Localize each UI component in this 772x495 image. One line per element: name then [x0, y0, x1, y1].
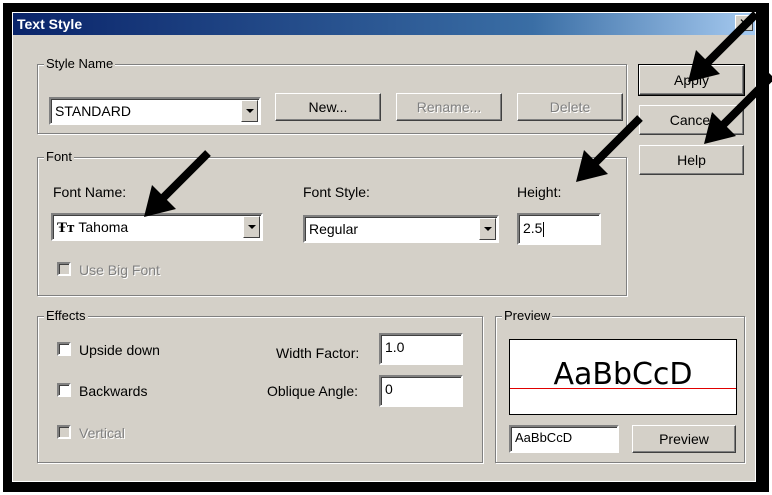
preview-canvas: AaBbCcD — [509, 339, 737, 415]
style-name-group-label: Style Name — [44, 56, 116, 72]
text-caret — [543, 221, 545, 237]
width-factor-value: 1.0 — [385, 339, 405, 355]
preview-button[interactable]: Preview — [632, 425, 736, 453]
preview-text-value: AaBbCcD — [515, 430, 573, 445]
annotation-arrow-icon — [576, 115, 643, 182]
preview-sample-text: AaBbCcD — [553, 357, 693, 392]
new-style-button[interactable]: New... — [275, 93, 381, 121]
upside-down-label: Upside down — [79, 342, 160, 358]
text-style-dialog: Text Style ✕ Style Name STANDARD New... … — [12, 12, 756, 482]
chevron-down-icon[interactable] — [241, 100, 258, 122]
truetype-font-icon: Ŧт — [57, 220, 75, 236]
width-factor-input[interactable]: 1.0 — [379, 333, 463, 365]
title-bar: Text Style ✕ — [13, 13, 755, 35]
height-value: 2.5 — [523, 220, 543, 236]
upside-down-checkbox[interactable] — [57, 342, 71, 356]
backwards-label: Backwards — [79, 383, 148, 399]
annotation-arrow-icon — [144, 150, 211, 217]
oblique-angle-input[interactable]: 0 — [379, 375, 463, 407]
preview-group-label: Preview — [502, 308, 553, 324]
font-style-label: Font Style: — [303, 184, 370, 200]
font-style-value: Regular — [309, 221, 359, 237]
font-group-label: Font — [44, 149, 75, 165]
oblique-angle-value: 0 — [385, 381, 393, 397]
width-factor-label: Width Factor: — [276, 345, 360, 361]
font-name-label: Font Name: — [53, 184, 127, 200]
chevron-down-icon[interactable] — [479, 218, 496, 240]
preview-text-input[interactable]: AaBbCcD — [509, 425, 619, 453]
vertical-checkbox[interactable] — [57, 425, 71, 439]
font-name-value: Tahoma — [78, 219, 129, 235]
chevron-down-icon[interactable] — [243, 216, 260, 238]
dialog-title: Text Style — [17, 16, 83, 32]
backwards-checkbox[interactable] — [57, 383, 71, 397]
height-label: Height: — [517, 184, 562, 200]
style-name-value: STANDARD — [55, 103, 131, 119]
height-input[interactable]: 2.5 — [517, 213, 601, 245]
oblique-angle-label: Oblique Angle: — [267, 383, 359, 399]
preview-baseline — [510, 388, 736, 389]
vertical-label: Vertical — [79, 425, 125, 441]
style-name-select[interactable]: STANDARD — [49, 97, 261, 125]
annotation-arrow-icon — [704, 73, 772, 144]
use-big-font-label: Use Big Font — [79, 262, 160, 278]
effects-group-label: Effects — [44, 308, 88, 324]
use-big-font-checkbox[interactable] — [57, 262, 71, 276]
font-style-select[interactable]: Regular — [303, 215, 499, 243]
rename-style-button[interactable]: Rename... — [396, 93, 502, 121]
